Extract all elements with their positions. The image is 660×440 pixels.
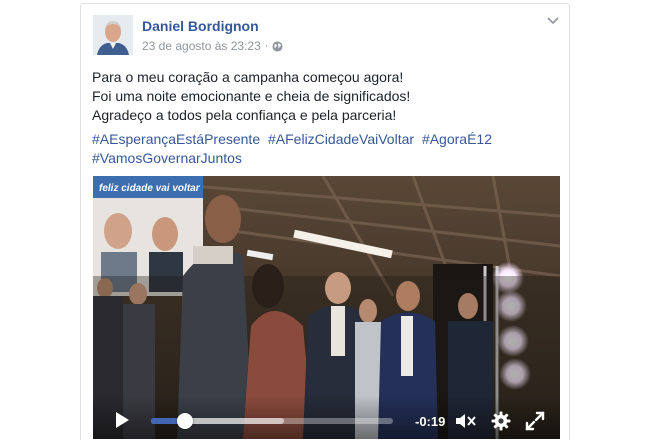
post-text-line: Foi uma noite emocionante e cheia de sig…	[92, 88, 411, 104]
time-remaining: -0:19	[415, 414, 446, 429]
post-text: Para o meu coração a campanha começou ag…	[92, 68, 562, 125]
post-text-line: Agradeço a todos pela confiança e pela p…	[92, 107, 397, 123]
chevron-down-icon[interactable]	[547, 16, 559, 26]
post-meta: 23 de agosto às 23:23 ·	[142, 39, 283, 53]
hashtags: #AEsperançaEstáPresente #AFelizCidadeVai…	[92, 130, 562, 168]
meta-separator: ·	[264, 40, 269, 52]
author-name[interactable]: Daniel Bordignon	[142, 18, 259, 34]
hashtag-link[interactable]: #AFelizCidadeVaiVoltar	[268, 131, 414, 147]
fullscreen-icon[interactable]	[525, 411, 545, 431]
avatar[interactable]	[93, 15, 133, 55]
banner-text: feliz cidade vai voltar	[99, 183, 201, 194]
hashtag-link[interactable]: #VamosGovernarJuntos	[92, 150, 242, 166]
post-timestamp[interactable]: 23 de agosto às 23:23	[142, 39, 261, 53]
hashtag-link[interactable]: #AgoraÉ12	[422, 131, 492, 147]
post-text-line: Para o meu coração a campanha começou ag…	[92, 69, 404, 85]
mute-icon[interactable]	[455, 412, 477, 430]
progress-track[interactable]	[151, 413, 393, 429]
progress-scrubber[interactable]	[176, 413, 193, 429]
video-controls: -0:19	[93, 395, 560, 439]
globe-icon[interactable]	[272, 40, 283, 52]
settings-icon[interactable]	[491, 411, 511, 431]
play-icon[interactable]	[113, 411, 131, 429]
hashtag-link[interactable]: #AEsperançaEstáPresente	[92, 131, 260, 147]
post-card: Daniel Bordignon 23 de agosto às 23:23 ·…	[80, 3, 570, 440]
video-player[interactable]: feliz cidade vai voltar -0:19	[93, 176, 560, 439]
avatar-photo	[93, 15, 133, 55]
